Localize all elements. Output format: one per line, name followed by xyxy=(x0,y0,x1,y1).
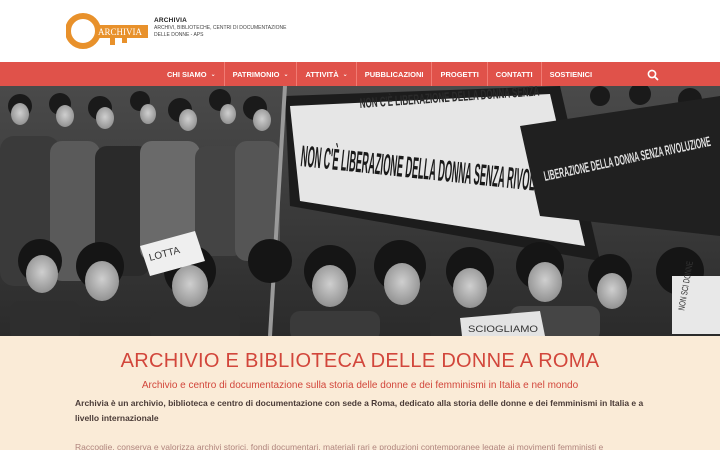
chevron-down-icon: ⌄ xyxy=(283,71,289,78)
chevron-down-icon: ⌄ xyxy=(342,71,348,78)
brand-name: ARCHIVIA xyxy=(154,17,188,24)
nav-item-attivita[interactable]: ATTIVITÀ ⌄ xyxy=(297,62,357,86)
hero-protest-photo: NON C'È LIBERAZIONE DELLA DONNA SENZA RI… xyxy=(0,86,720,336)
archivia-logo[interactable]: ARCHIVIA xyxy=(66,12,150,50)
nav-item-sostienici[interactable]: SOSTIENICI xyxy=(542,62,601,86)
page-subtitle: Archivio e centro di documentazione sull… xyxy=(141,380,579,391)
search-icon[interactable] xyxy=(646,68,660,82)
site-header: ARCHIVIA ARCHIVIA ARCHIVI, BIBLIOTECHE, … xyxy=(0,0,720,62)
nav-item-chi-siamo[interactable]: CHI SIAMO ⌄ xyxy=(159,62,225,86)
intro-text: è un archivio, biblioteca e centro di do… xyxy=(75,398,644,423)
nav-item-pubblicazioni[interactable]: PUBBLICAZIONI xyxy=(357,62,433,86)
intro-bold: Archivia xyxy=(75,398,109,408)
intro-paragraph: Archivia è un archivio, biblioteca e cen… xyxy=(75,396,650,426)
brand-block: ARCHIVIA ARCHIVI, BIBLIOTECHE, CENTRI DI… xyxy=(154,17,294,38)
brand-subtitle: ARCHIVI, BIBLIOTECHE, CENTRI DI DOCUMENT… xyxy=(154,25,287,38)
protest-photo-illustration: NON C'È LIBERAZIONE DELLA DONNA SENZA RI… xyxy=(0,86,720,336)
main-nav: CHI SIAMO ⌄ PATRIMONIO ⌄ ATTIVITÀ ⌄ PUBBLIC… xyxy=(0,62,720,86)
chevron-down-icon: ⌄ xyxy=(210,71,216,78)
intro-section: ARCHIVIO E BIBLIOTECA DELLE DONNE A ROMA… xyxy=(0,336,720,450)
body-paragraph: Raccoglie, conserva e valorizza archivi … xyxy=(75,442,604,450)
logo-text: ARCHIVIA xyxy=(98,27,142,37)
page-title: ARCHIVIO E BIBLIOTECA DELLE DONNE A ROMA xyxy=(120,350,600,372)
nav-item-patrimonio[interactable]: PATRIMONIO ⌄ xyxy=(225,62,298,86)
nav-item-contatti[interactable]: CONTATTI xyxy=(488,62,542,86)
nav-item-progetti[interactable]: PROGETTI xyxy=(432,62,488,86)
svg-text:SCIOGLIAMO: SCIOGLIAMO xyxy=(468,324,538,334)
